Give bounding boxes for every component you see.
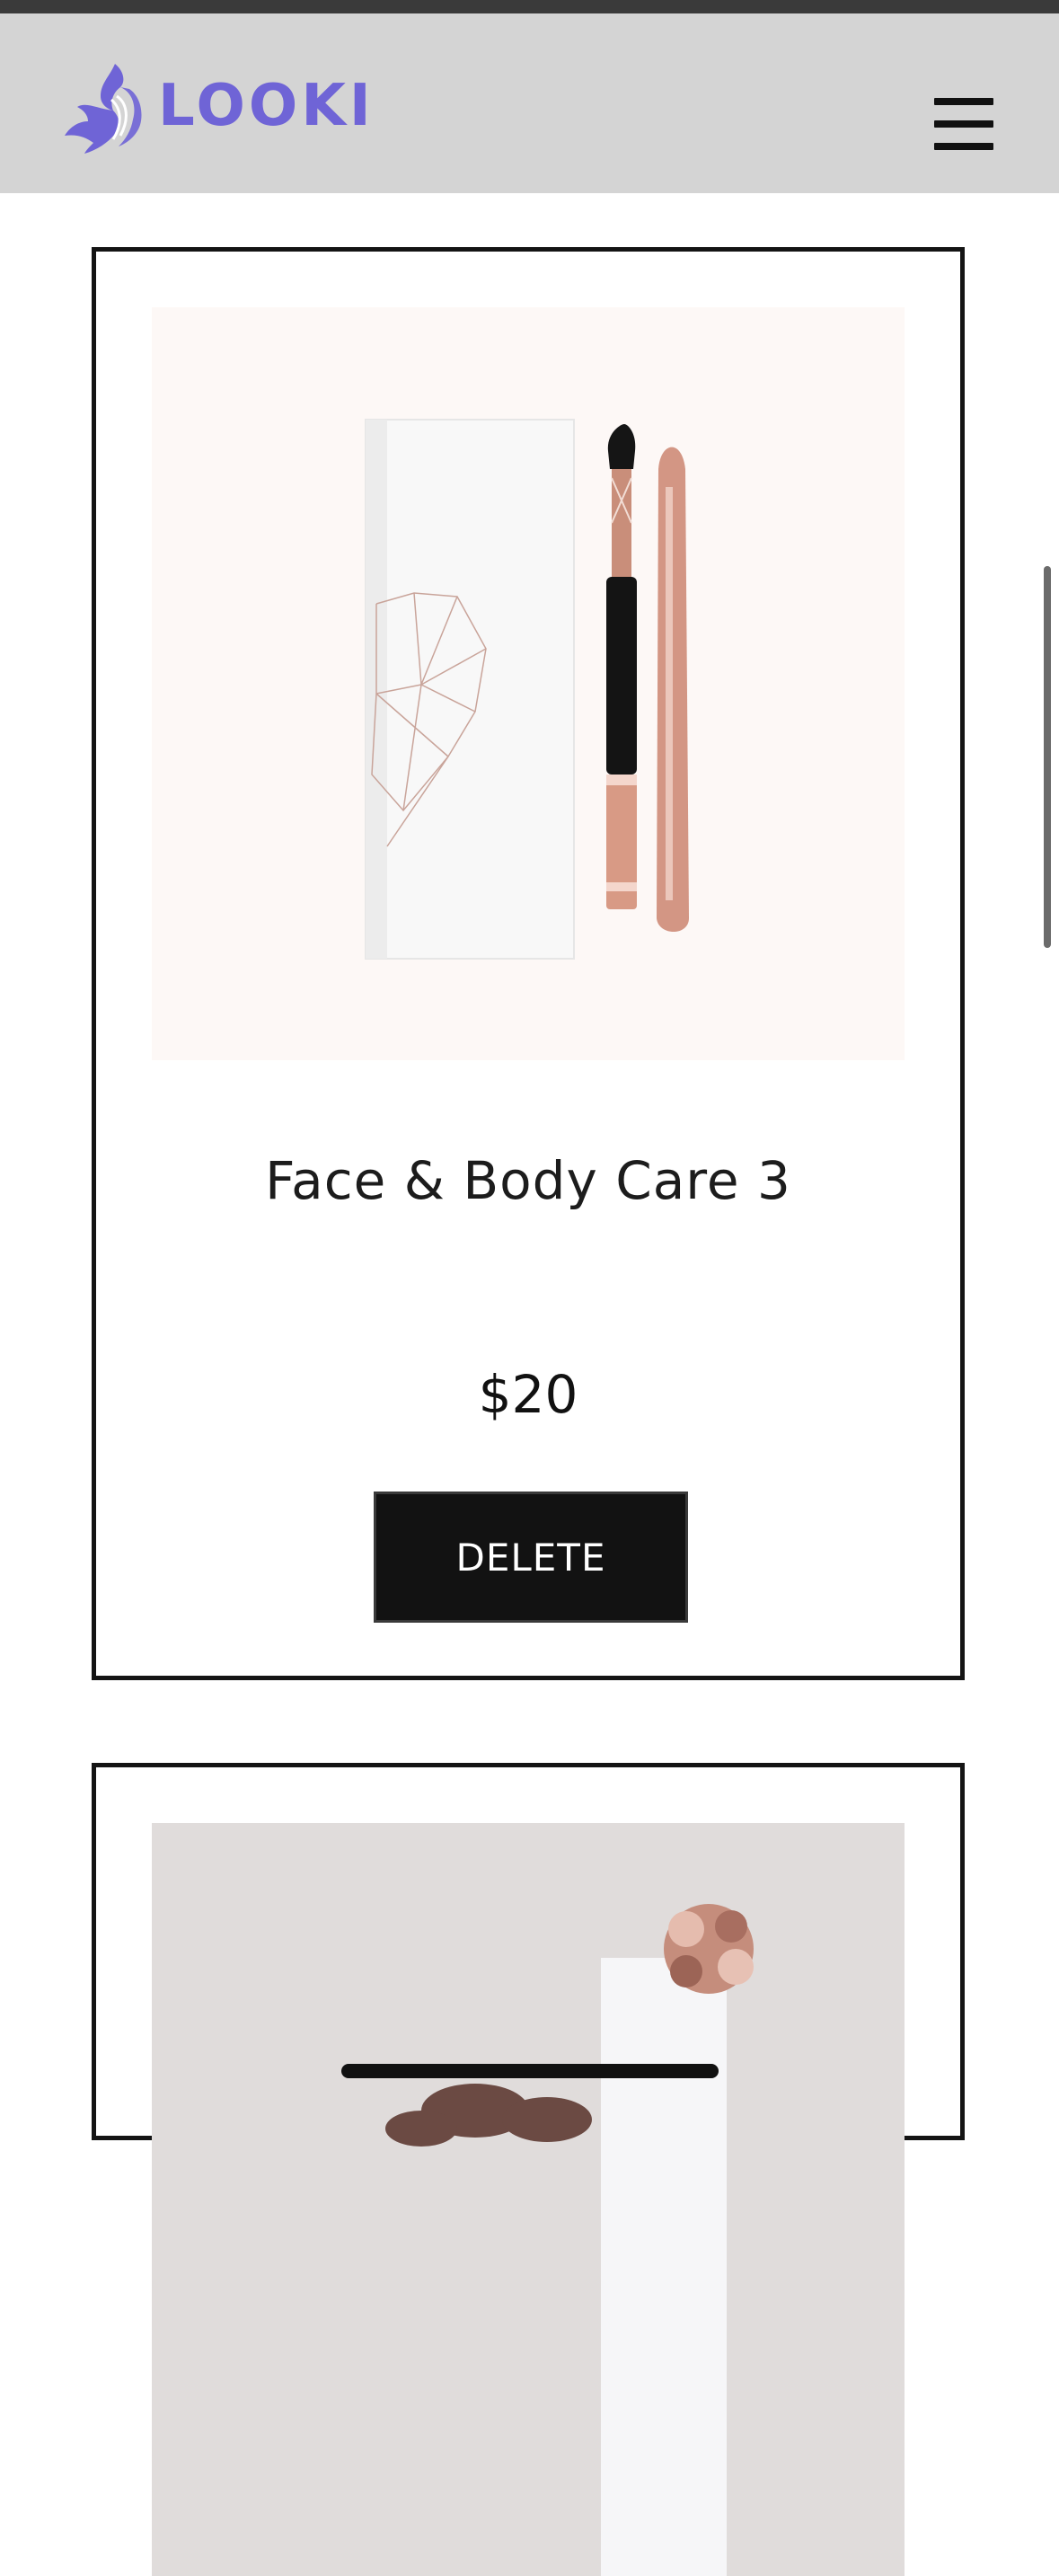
logo-text: LOOKI bbox=[158, 73, 375, 139]
product-image[interactable] bbox=[152, 1823, 905, 2576]
status-bar bbox=[0, 0, 1059, 13]
delete-button[interactable]: DELETE bbox=[374, 1492, 688, 1623]
product-title: Face & Body Care 3 bbox=[265, 1150, 791, 1211]
logo-icon bbox=[65, 64, 142, 154]
product-card: Face & Body Care 3 $20 DELETE bbox=[92, 247, 965, 1680]
home-indicator[interactable] bbox=[341, 2064, 719, 2078]
scrollbar[interactable] bbox=[1044, 566, 1051, 948]
product-image[interactable] bbox=[152, 307, 905, 1060]
product-price: $20 bbox=[478, 1364, 578, 1425]
site-header: LOOKI bbox=[0, 13, 1059, 193]
product-card bbox=[92, 1763, 965, 2576]
logo[interactable]: LOOKI bbox=[61, 57, 375, 155]
hamburger-menu-icon[interactable] bbox=[934, 98, 993, 150]
